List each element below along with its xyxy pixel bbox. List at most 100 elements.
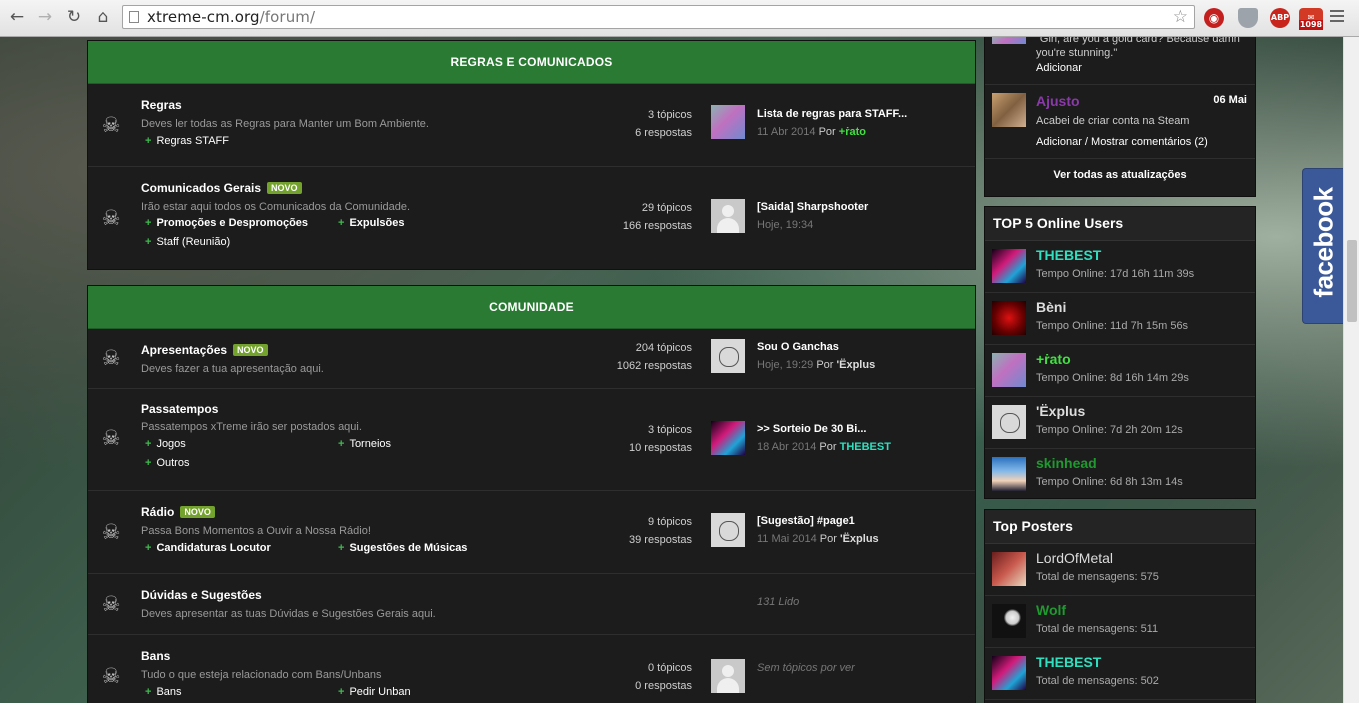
last-post-title[interactable]: Sou O Ganchas <box>757 341 839 353</box>
user-name[interactable]: THEBEST <box>1036 247 1101 263</box>
last-post-title[interactable]: >> Sorteio De 30 Bi... <box>757 423 866 435</box>
forum-desc: Irão estar aqui todos os Comunicados da … <box>141 201 411 213</box>
topics-count: 3 tópicos <box>647 109 692 121</box>
subforum-link[interactable]: + Torneios <box>338 438 391 450</box>
gmail-badge: 1098 <box>1299 20 1323 30</box>
forum-title[interactable]: Passatempos <box>141 402 218 416</box>
category-title[interactable]: REGRAS E COMUNICADOS <box>88 41 975 84</box>
user-row: THEBEST Total de mensagens: 502 <box>985 648 1255 700</box>
category-title[interactable]: COMUNIDADE <box>88 286 975 329</box>
user-name[interactable]: skinhead <box>1036 455 1097 471</box>
forward-button[interactable]: → <box>34 6 56 28</box>
user-name[interactable]: 'Ëxplus <box>1036 403 1085 419</box>
subforum-link[interactable]: + Jogos <box>145 438 186 450</box>
avatar[interactable] <box>711 659 745 693</box>
url-text: xtreme-cm.org/forum/ <box>147 8 315 26</box>
user-name[interactable]: Wolf <box>1036 602 1066 618</box>
forum-desc: Deves apresentar as tuas Dúvidas e Suges… <box>141 608 436 620</box>
last-post-user[interactable]: 'Ëxplus <box>840 533 879 545</box>
user-row: Bèni Tempo Online: 11d 7h 15m 56s <box>985 293 1255 345</box>
user-name[interactable]: +ṙato <box>1036 351 1071 367</box>
page-scrollbar[interactable] <box>1343 37 1359 703</box>
forum-title[interactable]: Comunicados Gerais NOVO <box>141 181 302 195</box>
reload-button[interactable]: ↻ <box>63 6 85 28</box>
avatar[interactable] <box>992 405 1026 439</box>
facebook-label: facebook <box>1308 187 1339 298</box>
last-post-user[interactable]: THEBEST <box>840 441 891 453</box>
page-icon <box>129 11 139 23</box>
forum-title[interactable]: Rádio NOVO <box>141 505 215 519</box>
url-path: /forum/ <box>259 8 316 26</box>
forum-title[interactable]: Dúvidas e Sugestões <box>141 588 262 602</box>
subforum-link[interactable]: + Candidaturas Locutor <box>145 542 271 554</box>
last-post-title[interactable]: Lista de regras para STAFF... <box>757 108 907 120</box>
user-name[interactable]: THEBEST <box>1036 654 1101 670</box>
gmail-icon[interactable]: ✉ 1098 <box>1299 8 1323 30</box>
status-actions[interactable]: Adicionar / Mostrar comentários (2) <box>1036 136 1208 148</box>
avatar[interactable] <box>711 339 745 373</box>
last-post-title[interactable]: [Sugestão] #page1 <box>757 515 855 527</box>
subforum-link[interactable]: + Bans <box>145 686 182 698</box>
lastpass-icon[interactable]: ◉ <box>1204 8 1224 28</box>
subforum-link[interactable]: + Regras STAFF <box>145 135 229 147</box>
browser-toolbar: ← → ↻ ⌂ xtreme-cm.org/forum/ ☆ ◉ ABP ✉ 10… <box>0 0 1359 37</box>
forum-title[interactable]: Regras <box>141 98 182 112</box>
forum-row: ☠ Regras Deves ler todas as Regras para … <box>88 84 975 167</box>
replies-count: 0 respostas <box>635 680 692 692</box>
subforum-link[interactable]: + Promoções e Despromoções <box>145 217 308 229</box>
avatar[interactable] <box>992 249 1026 283</box>
forum-alien-icon: ☠ <box>101 426 121 450</box>
subforum-link[interactable]: + Staff (Reunião) <box>145 236 230 248</box>
replies-count: 6 respostas <box>635 127 692 139</box>
user-info: Total de mensagens: 502 <box>1036 675 1159 687</box>
avatar[interactable] <box>711 199 745 233</box>
subforum-link[interactable]: + Pedir Unban <box>338 686 411 698</box>
last-post-meta: Hoje, 19:29 Por 'Ëxplus <box>757 359 876 371</box>
home-button[interactable]: ⌂ <box>92 6 114 28</box>
avatar[interactable] <box>992 604 1026 638</box>
avatar[interactable] <box>711 105 745 139</box>
address-bar[interactable]: xtreme-cm.org/forum/ ☆ <box>122 5 1195 29</box>
status-user[interactable]: Ajusto <box>1036 93 1080 109</box>
subforum-link[interactable]: + Expulsões <box>338 217 404 229</box>
back-button[interactable]: ← <box>6 6 28 28</box>
view-all-updates-link[interactable]: Ver todas as atualizações <box>985 169 1255 181</box>
user-name[interactable]: LordOfMetal <box>1036 550 1113 566</box>
avatar[interactable] <box>992 457 1026 491</box>
status-updates: "Girl, are you a gold card? Because damn… <box>984 37 1256 197</box>
avatar[interactable] <box>992 301 1026 335</box>
scrollbar-thumb[interactable] <box>1347 240 1357 322</box>
avatar[interactable] <box>711 513 745 547</box>
avatar[interactable] <box>992 353 1026 387</box>
user-row: 'Ëxplus Tempo Online: 7d 2h 20m 12s <box>985 397 1255 449</box>
last-post-user[interactable]: 'Ëxplus <box>837 359 876 371</box>
forum-row: ☠ Apresentações NOVO Deves fazer a tua ap… <box>88 329 975 389</box>
adblock-plus-icon[interactable]: ABP <box>1270 8 1290 28</box>
user-name[interactable]: Bèni <box>1036 299 1066 315</box>
ghostery-icon[interactable] <box>1238 8 1258 28</box>
chrome-menu-icon[interactable] <box>1330 10 1344 24</box>
forum-stats: 3 tópicos 10 respostas <box>568 421 692 457</box>
facebook-tab[interactable]: facebook <box>1302 168 1344 324</box>
add-link[interactable]: Adicionar <box>1036 62 1082 74</box>
forum-row: ☠ Dúvidas e Sugestões Deves apresentar a… <box>88 574 975 635</box>
last-post-title[interactable]: [Saida] Sharpshooter <box>757 201 868 213</box>
last-post-meta: 11 Mai 2014 Por 'Ëxplus <box>757 533 879 545</box>
avatar[interactable] <box>992 37 1026 44</box>
top-online-box: TOP 5 Online Users THEBEST Tempo Online:… <box>984 206 1256 499</box>
replies-count: 1062 respostas <box>616 360 692 372</box>
avatar[interactable] <box>992 93 1026 127</box>
user-row: +ṙato Tempo Online: 8d 16h 14m 29s <box>985 345 1255 397</box>
avatar[interactable] <box>992 552 1026 586</box>
subforum-link[interactable]: + Outros <box>145 457 189 469</box>
last-post-user[interactable]: +ṙato <box>839 126 866 138</box>
forum-title[interactable]: Apresentações NOVO <box>141 343 268 357</box>
forum-title[interactable]: Bans <box>141 649 170 663</box>
user-row: LordOfMetal Total de mensagens: 575 <box>985 544 1255 596</box>
forum-desc: Passatempos xTreme irão ser postados aqu… <box>141 421 362 433</box>
bookmark-star-icon[interactable]: ☆ <box>1173 7 1188 27</box>
top-posters-box: Top Posters LordOfMetal Total de mensage… <box>984 509 1256 703</box>
avatar[interactable] <box>992 656 1026 690</box>
avatar[interactable] <box>711 421 745 455</box>
subforum-link[interactable]: + Sugestões de Músicas <box>338 542 467 554</box>
